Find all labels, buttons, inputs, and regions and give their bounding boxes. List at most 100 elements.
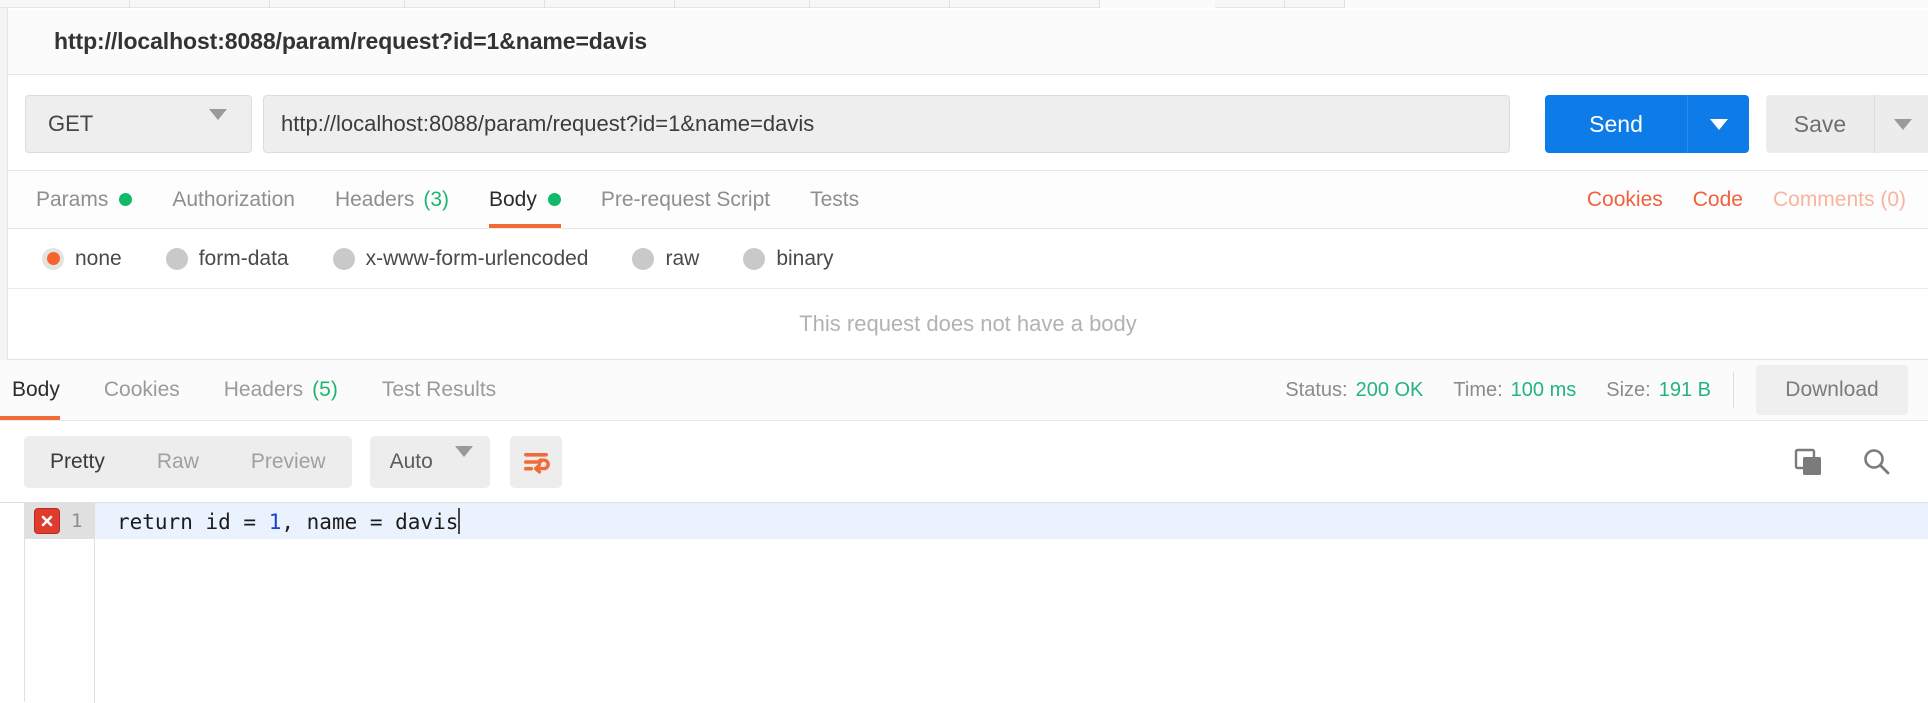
viewer-toolbar-actions [1762, 440, 1928, 484]
editor-left-margin [0, 503, 25, 702]
http-method-select[interactable]: GET [25, 95, 252, 153]
status-dot-icon [119, 193, 133, 206]
tab-label: Body [12, 378, 60, 401]
chevron-down-icon [454, 445, 473, 475]
tab-segment[interactable] [1215, 0, 1285, 8]
browser-tab-strip [0, 0, 1928, 8]
view-mode-preview[interactable]: Preview [225, 436, 352, 488]
comments-link[interactable]: Comments (0) [1773, 188, 1906, 212]
code-line-text: return id = 1, name = davis [117, 508, 461, 534]
line-gutter-cell: 1 [25, 503, 95, 539]
chevron-down-icon [1894, 118, 1912, 130]
time-value: 100 ms [1510, 378, 1577, 401]
tab-strip-gap [1100, 0, 1215, 8]
tab-label: Params [36, 187, 109, 211]
copy-icon [1794, 448, 1821, 475]
save-button[interactable]: Save [1766, 95, 1874, 153]
empty-gutter [25, 539, 95, 703]
send-button-group: Send [1545, 95, 1749, 153]
text-cursor [458, 508, 461, 534]
divider [1733, 372, 1734, 408]
tab-tests[interactable]: Tests [810, 171, 859, 228]
tab-count-badge: (3) [423, 187, 449, 211]
code-link[interactable]: Code [1693, 188, 1743, 212]
body-type-radio-group: none form-data x-www-form-urlencoded raw… [8, 229, 1928, 289]
body-type-form-data[interactable]: form-data [165, 246, 289, 271]
editor-code-column: 1 return id = 1, name = davis [25, 503, 1928, 703]
tab-segment[interactable] [545, 0, 675, 8]
tab-label: Tests [810, 187, 860, 211]
active-tab-underline [489, 224, 561, 228]
response-tab-test-results[interactable]: Test Results [382, 360, 496, 420]
tab-pre-request-script[interactable]: Pre-request Script [601, 171, 770, 228]
tab-segment[interactable] [675, 0, 810, 8]
request-tabs-right-links: Cookies Code Comments (0) [1587, 171, 1928, 228]
search-icon [1864, 448, 1890, 474]
tab-segment[interactable] [130, 0, 270, 8]
chevron-down-icon [1709, 118, 1728, 130]
error-x-icon[interactable] [34, 508, 60, 534]
tab-body[interactable]: Body [489, 171, 561, 228]
body-type-none[interactable]: none [42, 247, 122, 271]
radio-icon [743, 247, 766, 270]
send-button[interactable]: Send [1545, 95, 1687, 153]
cookies-link[interactable]: Cookies [1587, 188, 1663, 212]
request-tabs: Params Authorization Headers (3) Body Pr… [8, 171, 1928, 229]
tab-segment[interactable] [270, 0, 405, 8]
tab-label: Test Results [381, 378, 497, 401]
empty-body-text: This request does not have a body [799, 311, 1137, 336]
url-input-value: http://localhost:8088/param/request?id=1… [281, 111, 815, 136]
empty-body-message: This request does not have a body [8, 289, 1928, 360]
radio-label: binary [776, 246, 834, 270]
response-tab-cookies[interactable]: Cookies [104, 360, 180, 420]
tab-label: Cookies [103, 378, 180, 401]
radio-label: raw [665, 246, 700, 270]
save-options-button[interactable] [1874, 95, 1928, 153]
tab-label: Body [489, 187, 537, 211]
active-tab-underline [0, 416, 60, 420]
tab-label: Pre-request Script [600, 187, 771, 211]
line-number: 1 [71, 510, 83, 532]
format-label: Auto [389, 449, 433, 473]
format-select[interactable]: Auto [369, 435, 490, 488]
size-value: 191 B [1658, 378, 1711, 401]
view-mode-group: Pretty Raw Preview [24, 435, 352, 488]
tab-segment[interactable] [1285, 0, 1345, 8]
http-method-label: GET [48, 111, 94, 136]
time-label: Time: [1453, 378, 1503, 401]
code-line[interactable]: 1 return id = 1, name = davis [25, 503, 1928, 539]
response-tab-headers[interactable]: Headers (5) [224, 360, 338, 420]
request-title-header: http://localhost:8088/param/request?id=1… [8, 9, 1928, 75]
radio-icon [332, 247, 355, 270]
search-button[interactable] [1854, 440, 1898, 484]
tab-label: Headers [223, 378, 304, 401]
tab-authorization[interactable]: Authorization [172, 171, 295, 228]
radio-label: form-data [198, 246, 289, 270]
send-options-button[interactable] [1687, 95, 1749, 153]
view-mode-pretty[interactable]: Pretty [24, 436, 131, 488]
download-button[interactable]: Download [1756, 365, 1908, 415]
url-input[interactable]: http://localhost:8088/param/request?id=1… [263, 95, 1510, 153]
response-body-editor[interactable]: 1 return id = 1, name = davis [0, 502, 1928, 703]
tab-headers[interactable]: Headers (3) [335, 171, 449, 228]
radio-icon [632, 247, 655, 270]
copy-button[interactable] [1786, 440, 1830, 484]
tab-params[interactable]: Params [36, 171, 133, 228]
word-wrap-icon [523, 452, 550, 474]
word-wrap-toggle[interactable] [509, 435, 562, 488]
request-builder-row: GET http://localhost:8088/param/request?… [8, 76, 1928, 171]
body-type-raw[interactable]: raw [632, 247, 699, 271]
body-type-binary[interactable]: binary [743, 246, 834, 271]
tab-segment[interactable] [405, 0, 545, 8]
tab-segment[interactable] [950, 0, 1100, 8]
body-type-urlencoded[interactable]: x-www-form-urlencoded [332, 247, 588, 271]
editor-empty-area[interactable] [25, 539, 1928, 703]
status-dot-icon [547, 193, 561, 206]
tab-segment[interactable] [0, 0, 130, 8]
view-mode-raw[interactable]: Raw [131, 436, 225, 488]
response-tab-body[interactable]: Body [0, 360, 60, 420]
code-text-after: , name = davis [281, 510, 459, 534]
tab-segment[interactable] [810, 0, 950, 8]
radio-label: none [75, 246, 122, 270]
radio-icon [42, 247, 64, 270]
